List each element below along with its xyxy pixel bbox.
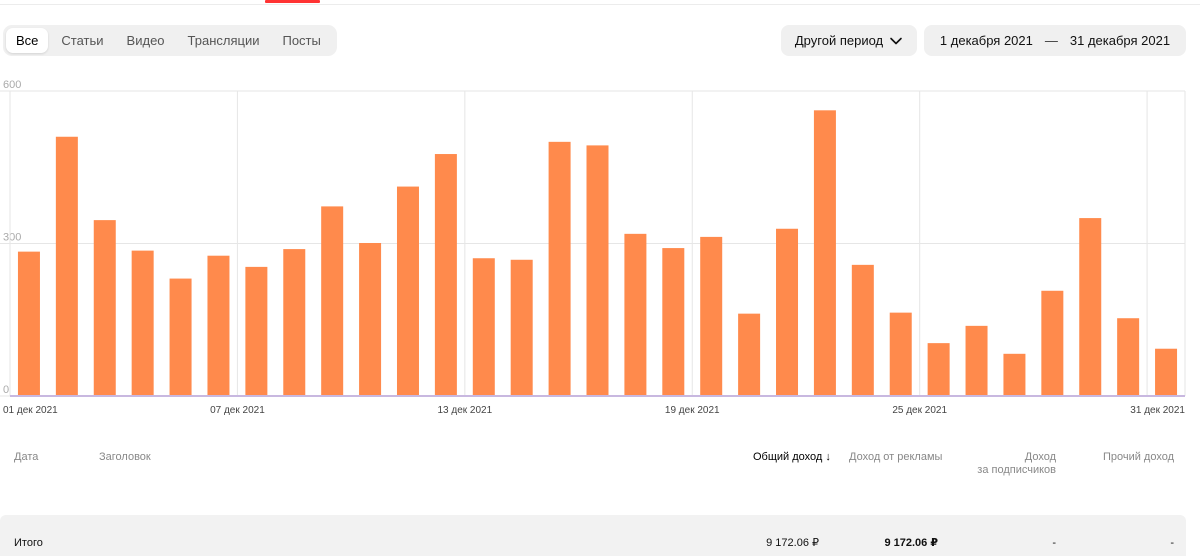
date-to[interactable]: 31 декабря 2021 <box>1070 33 1170 48</box>
chart-bar <box>1155 348 1178 396</box>
chart-bar <box>548 141 571 396</box>
chart-bar <box>93 220 116 396</box>
x-tick-label: 19 дек 2021 <box>665 405 720 416</box>
column-title-header[interactable]: Заголовок <box>99 451 151 464</box>
tab-videos[interactable]: Видео <box>117 28 175 53</box>
date-range-picker: 1 декабря 2021 — 31 декабря 2021 <box>924 25 1186 56</box>
chart-bar <box>396 186 419 396</box>
total-row-subscriber-income: - <box>1052 537 1056 549</box>
chart-bar <box>776 228 799 396</box>
y-tick-label: 600 <box>3 79 21 91</box>
column-date-header[interactable]: Дата <box>14 451 38 464</box>
chart-bar <box>889 312 912 396</box>
chart-bar <box>738 313 761 396</box>
chart-bar <box>131 250 154 396</box>
total-row-other-income: - <box>1170 537 1174 549</box>
total-row-ad-income: 9 172.06 ₽ <box>884 537 938 549</box>
chart-bar <box>283 249 306 396</box>
x-tick-label: 07 дек 2021 <box>210 405 265 416</box>
tab-streams[interactable]: Трансляции <box>178 28 270 53</box>
top-divider <box>0 4 1200 5</box>
date-from[interactable]: 1 декабря 2021 <box>940 33 1033 48</box>
content-type-tabs: Все Статьи Видео Трансляции Посты <box>3 25 337 56</box>
chart-bar <box>207 255 230 396</box>
tab-articles[interactable]: Статьи <box>51 28 113 53</box>
chart-bar <box>1003 353 1026 396</box>
period-dropdown[interactable]: Другой период <box>781 25 917 56</box>
chart-bar <box>359 242 382 396</box>
column-total-income-header[interactable]: Общий доход ↓ <box>753 451 831 464</box>
revenue-chart: 0 300 600 01 дек 2021 07 дек 2021 13 дек 2021… <box>0 78 1200 423</box>
chart-bar <box>624 233 647 396</box>
y-tick-label: 300 <box>3 232 21 244</box>
chart-bar <box>965 325 988 396</box>
tab-posts[interactable]: Посты <box>272 28 330 53</box>
chart-bar <box>55 136 78 396</box>
chart-bar <box>434 154 457 396</box>
chart-bar <box>472 258 495 396</box>
date-separator: — <box>1044 33 1058 48</box>
x-tick-label: 31 дек 2021 <box>1130 405 1185 416</box>
column-subscriber-income-line1: Доход <box>1024 451 1056 463</box>
chart-bar <box>851 264 874 396</box>
chart-bar <box>245 266 268 396</box>
chart-bar <box>700 236 723 396</box>
chart-bar <box>321 206 344 396</box>
chart-bar <box>17 251 40 396</box>
x-tick-label: 25 дек 2021 <box>892 405 947 416</box>
x-tick-label: 01 дек 2021 <box>3 405 58 416</box>
total-row <box>0 515 1186 556</box>
chart-bar <box>1079 218 1102 396</box>
period-dropdown-label: Другой период <box>794 33 884 48</box>
active-section-indicator <box>265 0 320 3</box>
column-other-income-header[interactable]: Прочий доход <box>1103 451 1174 464</box>
column-ad-income-header[interactable]: Доход от рекламы <box>849 451 942 464</box>
tab-all[interactable]: Все <box>6 28 49 53</box>
chart-bar <box>927 343 950 396</box>
chart-bar <box>510 259 533 396</box>
chart-bar <box>1041 290 1064 396</box>
column-subscriber-income-line2: за подписчиков <box>977 464 1056 476</box>
chart-bar <box>662 248 685 396</box>
y-tick-label: 0 <box>3 384 9 396</box>
chart-bar <box>169 278 192 396</box>
x-tick-label: 13 дек 2021 <box>437 405 492 416</box>
chart-bar <box>813 110 836 397</box>
chart-bar <box>586 145 609 396</box>
chevron-down-icon <box>889 34 903 48</box>
total-row-label: Итого <box>14 537 43 549</box>
column-subscriber-income-header[interactable]: Доход за подписчиков <box>977 451 1056 477</box>
total-row-total-income: 9 172.06 ₽ <box>766 537 819 549</box>
revenue-chart-svg: 0 300 600 01 дек 2021 07 дек 2021 13 дек 2021… <box>0 79 1186 416</box>
chart-bar <box>1117 318 1140 396</box>
